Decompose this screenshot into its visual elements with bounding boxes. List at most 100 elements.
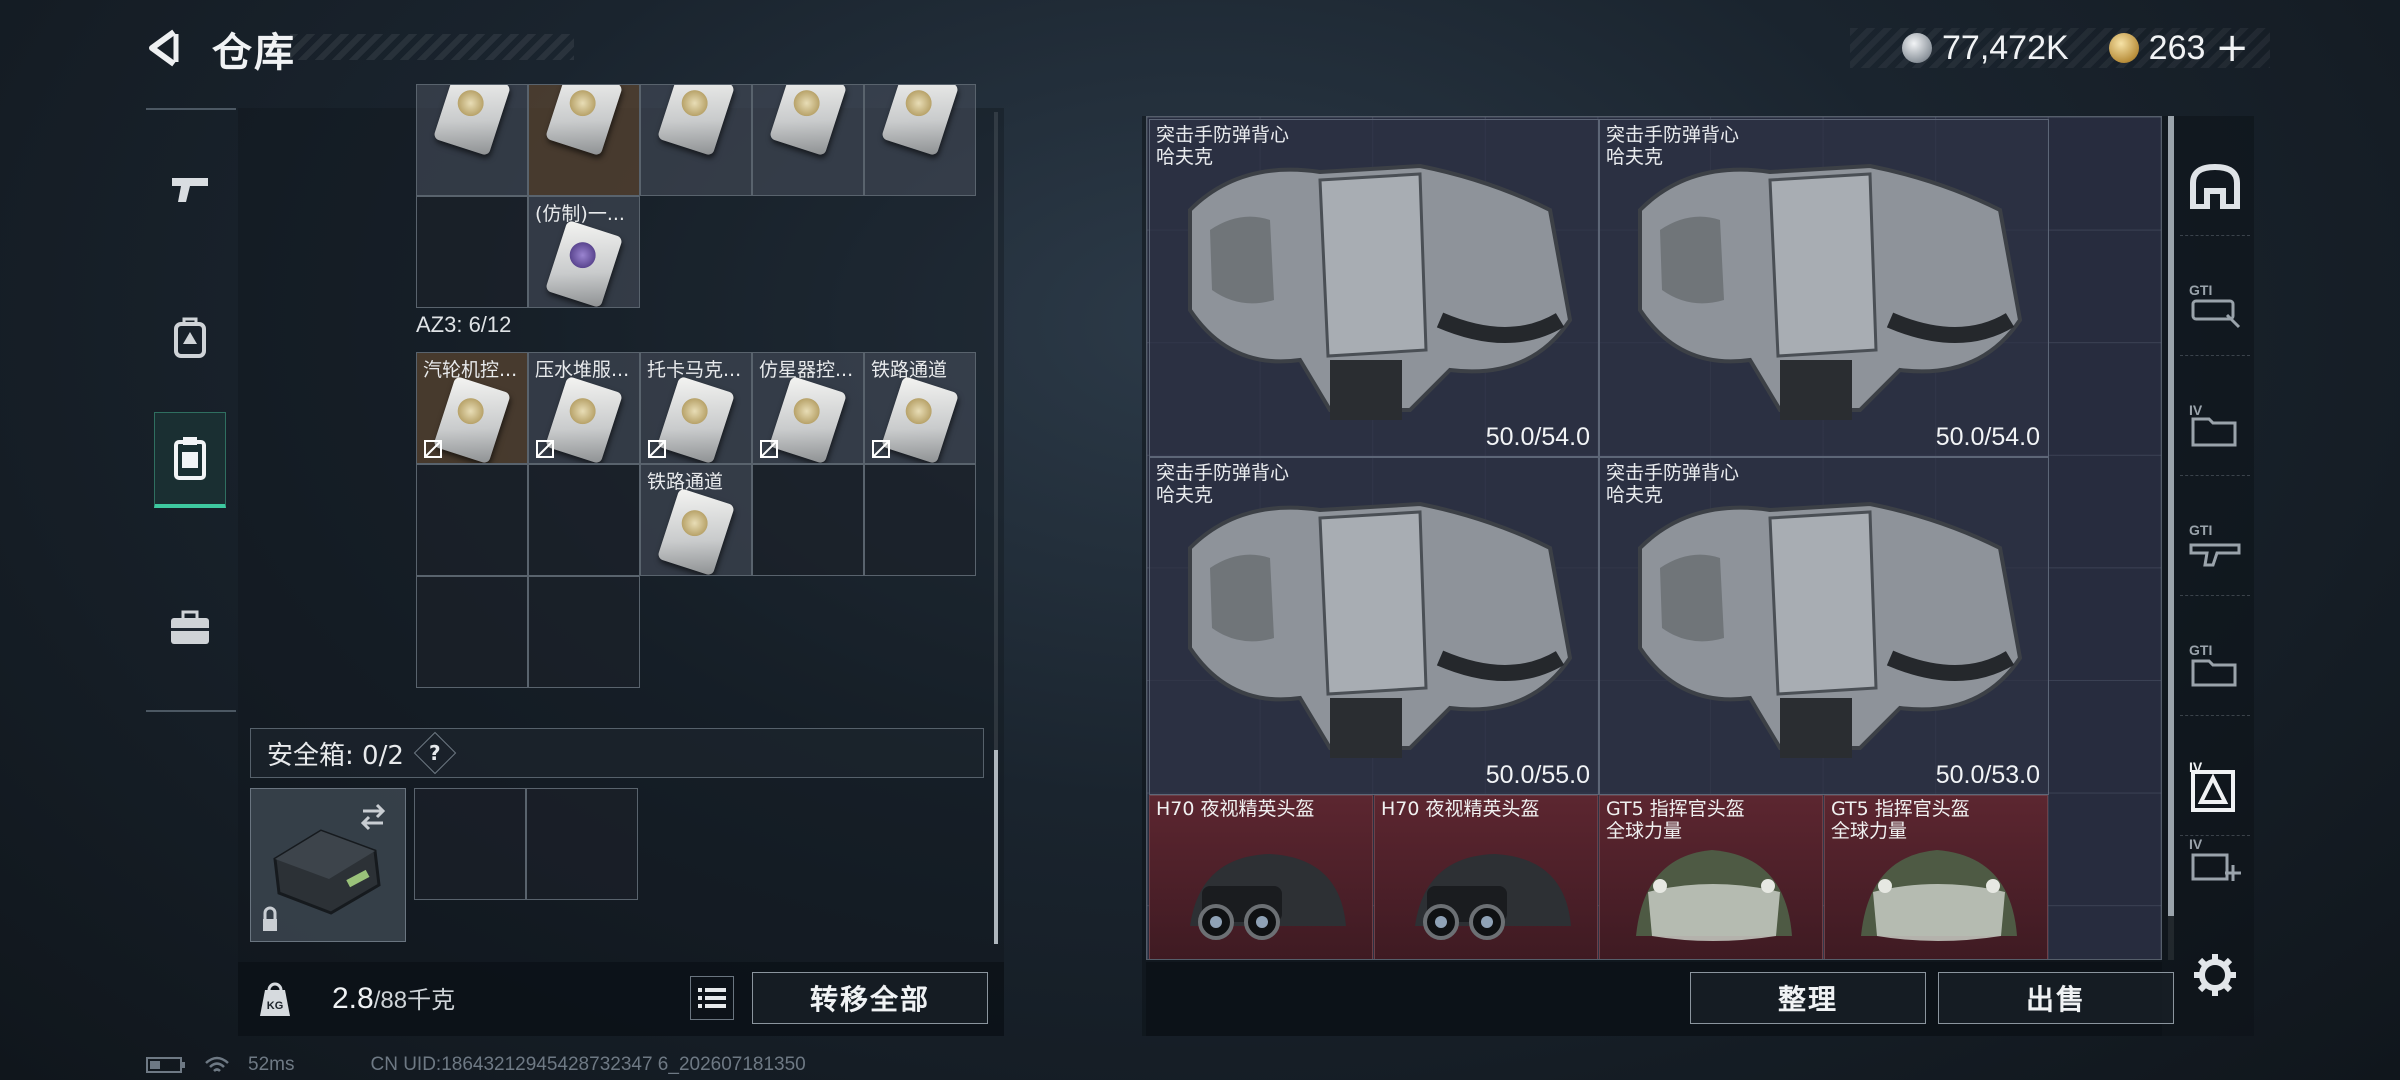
inventory-slot[interactable]: 压水堆服...	[528, 352, 640, 464]
filter-gti-weapon[interactable]: GTI	[2180, 256, 2250, 356]
helmet-category-icon	[2190, 163, 2240, 209]
transfer-all-button[interactable]: 转移全部	[752, 972, 988, 1024]
empty-slot[interactable]	[528, 576, 640, 688]
stash-item-vest[interactable]: 突击手防弹背心 哈夫克 50.0/55.0	[1149, 457, 1599, 795]
stash-item-vest[interactable]: 突击手防弹背心 哈夫克 50.0/54.0	[1149, 119, 1599, 457]
inventory-scrollbar-thumb[interactable]	[994, 750, 998, 944]
weight-icon: KG	[252, 976, 298, 1022]
item-name: 突击手防弹背心 哈夫克	[1606, 462, 1740, 506]
inventory-slot[interactable]: 汽轮机控...	[416, 352, 528, 464]
tier4-folder-icon: IV	[2189, 402, 2237, 446]
back-arrow-icon	[149, 29, 179, 67]
silver-coin-icon	[1902, 33, 1932, 63]
item-name: 汽轮机控...	[423, 359, 518, 381]
armor-vest-icon	[1638, 501, 2023, 758]
safe-case-slot[interactable]	[250, 788, 406, 942]
bound-icon	[872, 440, 890, 458]
empty-slot[interactable]	[416, 196, 528, 308]
list-view-button[interactable]	[690, 976, 734, 1020]
stash-item-helmet[interactable]: H70 夜视精英头盔	[1374, 795, 1598, 959]
svg-text:GTI: GTI	[2189, 282, 2212, 298]
item-name: 铁路通道	[647, 471, 724, 493]
durability-label: 50.0/55.0	[1485, 761, 1590, 789]
briefcase-icon	[171, 610, 209, 644]
item-name: H70 夜视精英头盔	[1381, 798, 1540, 820]
empty-slot[interactable]	[414, 788, 526, 900]
filter-gti-folder[interactable]: GTI	[2180, 616, 2250, 716]
inventory-slot[interactable]: 仿星器控...	[752, 352, 864, 464]
inventory-slot[interactable]	[528, 84, 640, 196]
safe-case-icon	[263, 803, 386, 931]
stash-item-helmet[interactable]: H70 夜视精英头盔	[1149, 795, 1373, 959]
svg-text:IV: IV	[2189, 402, 2203, 418]
empty-slot[interactable]	[528, 464, 640, 576]
inventory-slot[interactable]	[640, 84, 752, 196]
safe-box-header: 安全箱: 0/2 ?	[250, 728, 984, 778]
tier4-add-icon: IV	[2189, 836, 2241, 881]
inventory-slot[interactable]: 铁路通道	[864, 352, 976, 464]
item-name: GT5 指挥官头盔 全球力量	[1831, 798, 1970, 842]
silver-amount: 77,472K	[1942, 28, 2069, 67]
help-button[interactable]: ?	[413, 731, 457, 775]
svg-text:GTI: GTI	[2189, 642, 2212, 658]
wifi-icon	[205, 1056, 229, 1072]
stash-scrollbar-thumb[interactable]	[2168, 116, 2174, 916]
gear-icon	[2194, 954, 2236, 996]
rail-item-weapons[interactable]	[154, 140, 226, 236]
empty-slot[interactable]	[752, 464, 864, 576]
rail-item-briefcase[interactable]	[154, 580, 226, 676]
empty-slot[interactable]	[416, 464, 528, 576]
back-button[interactable]	[140, 22, 192, 74]
inventory-slot[interactable]	[752, 84, 864, 196]
category-rail	[146, 108, 236, 712]
rail-item-container[interactable]	[154, 412, 226, 508]
filter-tier4-folder[interactable]: IV	[2180, 376, 2250, 476]
item-name: 突击手防弹背心 哈夫克	[1156, 462, 1290, 506]
durability-label: 50.0/54.0	[1935, 423, 2040, 451]
svg-text:KG: KG	[267, 1000, 284, 1012]
night-vision-helmet-icon	[1190, 854, 1346, 940]
empty-slot[interactable]	[864, 464, 976, 576]
inventory-slot[interactable]: (仿制)一...	[528, 196, 640, 308]
list-icon	[698, 988, 726, 1008]
rail-item-backpack[interactable]	[154, 290, 226, 386]
durability-label: 50.0/54.0	[1485, 423, 1590, 451]
stash-grid: 突击手防弹背心 哈夫克 50.0/54.0 突击手防弹背心 哈夫克 50.0/54.…	[1146, 116, 2162, 960]
svg-text:GTI: GTI	[2189, 522, 2212, 538]
stash-item-helmet[interactable]: GT5 指挥官头盔 全球力量	[1824, 795, 2048, 959]
az3-grid: 汽轮机控... 压水堆服... 托卡马克... 仿星器控... 铁路通道 铁路通…	[416, 352, 976, 688]
add-currency-button[interactable]: +	[2215, 28, 2249, 68]
organize-button[interactable]: 整理	[1690, 972, 1926, 1024]
item-name: 突击手防弹背心 哈夫克	[1606, 124, 1740, 168]
item-name: 压水堆服...	[535, 359, 630, 381]
bound-icon	[760, 440, 778, 458]
container-title: AZ3: 6/12	[416, 312, 512, 337]
inventory-slot[interactable]	[416, 84, 528, 196]
sell-button[interactable]: 出售	[1938, 972, 2174, 1024]
night-vision-helmet-icon	[1415, 854, 1571, 940]
gti-folder-icon: GTI	[2189, 642, 2237, 686]
item-name: 铁路通道	[871, 359, 948, 381]
inventory-slot[interactable]	[864, 84, 976, 196]
empty-slot[interactable]	[526, 788, 638, 900]
stash-item-helmet[interactable]: GT5 指挥官头盔 全球力量	[1599, 795, 1823, 959]
title-decoration	[290, 34, 574, 60]
empty-slot[interactable]	[416, 576, 528, 688]
inventory-slot[interactable]: 托卡马克...	[640, 352, 752, 464]
player-uid: CN UID:18643212945428732347 6_2026071813…	[370, 1054, 806, 1075]
filter-gti-rifle[interactable]: GTI	[2180, 496, 2250, 596]
stash-item-vest[interactable]: 突击手防弹背心 哈夫克 50.0/53.0	[1599, 457, 2049, 795]
stash-item-vest[interactable]: 突击手防弹背心 哈夫克 50.0/54.0	[1599, 119, 2049, 457]
item-name: 仿星器控...	[759, 359, 854, 381]
svg-text:IV: IV	[2189, 836, 2203, 852]
armor-vest-icon	[1638, 163, 2023, 420]
inventory-slot[interactable]: 铁路通道	[640, 464, 752, 576]
battery-icon	[146, 1057, 185, 1073]
tier4-vest-icon: IV	[2189, 759, 2235, 812]
filter-tier4-add[interactable]: IV	[2180, 820, 2250, 900]
safe-box-slots	[414, 788, 638, 900]
settings-button[interactable]	[2192, 952, 2238, 998]
filter-helmet[interactable]	[2180, 136, 2250, 236]
gti-weapon-icon: GTI	[2189, 282, 2241, 328]
item-name: 托卡马克...	[647, 359, 742, 381]
